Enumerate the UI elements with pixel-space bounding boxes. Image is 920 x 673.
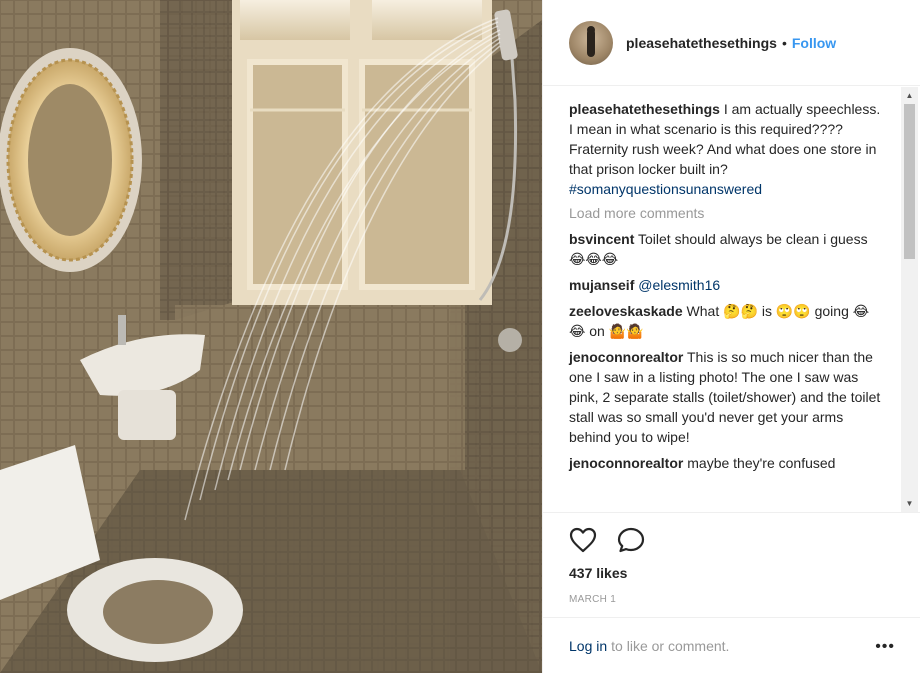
comment-username[interactable]: jenoconnorealtor [569, 349, 683, 365]
comment-mention[interactable]: @elesmith16 [638, 277, 720, 293]
caption: pleasehatethesethings I am actually spee… [569, 99, 885, 199]
comment-username[interactable]: mujanseif [569, 277, 634, 293]
action-icons [569, 527, 645, 553]
comments-scrollbar[interactable]: ▲ ▼ [901, 87, 918, 512]
post-header: pleasehatethesethings • Follow [543, 0, 920, 86]
post-actions: 437 likes MARCH 1 Log in to like or comm… [543, 512, 920, 673]
caption-hashtag[interactable]: #somanyquestionsunanswered [569, 181, 762, 197]
scrollbar-thumb[interactable] [904, 104, 915, 259]
post-panel: pleasehatethesethings • Follow pleasehat… [542, 0, 920, 673]
login-bar: Log in to like or comment. ••• [543, 617, 920, 673]
caption-username[interactable]: pleasehatethesethings [569, 101, 720, 117]
comment-username[interactable]: jenoconnorealtor [569, 455, 683, 471]
bathroom-photo [0, 0, 542, 673]
more-options-icon[interactable]: ••• [875, 638, 895, 656]
comment-username[interactable]: bsvincent [569, 231, 634, 247]
avatar[interactable] [569, 20, 613, 65]
comment: mujanseif @elesmith16 [569, 275, 885, 295]
heart-icon[interactable] [569, 527, 597, 553]
comments-list: pleasehatethesethings I am actually spee… [543, 87, 920, 512]
follow-button[interactable]: Follow [792, 35, 836, 51]
comment: bsvincent Toilet should always be clean … [569, 229, 885, 269]
comment-text: maybe they're confused [687, 455, 836, 471]
comment-username[interactable]: zeeloveskaskade [569, 303, 683, 319]
post-date[interactable]: MARCH 1 [569, 594, 616, 605]
comment: jenoconnorealtor This is so much nicer t… [569, 347, 885, 447]
login-link[interactable]: Log in [569, 638, 607, 654]
comment-icon[interactable] [617, 527, 645, 553]
scroll-up-arrow-icon[interactable]: ▲ [901, 87, 918, 104]
scroll-down-arrow-icon[interactable]: ▼ [901, 495, 918, 512]
comment: zeeloveskaskade What 🤔🤔 is 🙄🙄 going 😂😂 o… [569, 301, 885, 341]
header-separator: • [781, 34, 787, 51]
likes-count[interactable]: 437 likes [569, 565, 627, 581]
load-more-comments[interactable]: Load more comments [569, 205, 885, 221]
comment: jenoconnorealtor maybe they're confused [569, 453, 885, 473]
post-image[interactable] [0, 0, 542, 673]
login-prompt-text: to like or comment. [611, 638, 730, 654]
header-username[interactable]: pleasehatethesethings [626, 35, 777, 51]
